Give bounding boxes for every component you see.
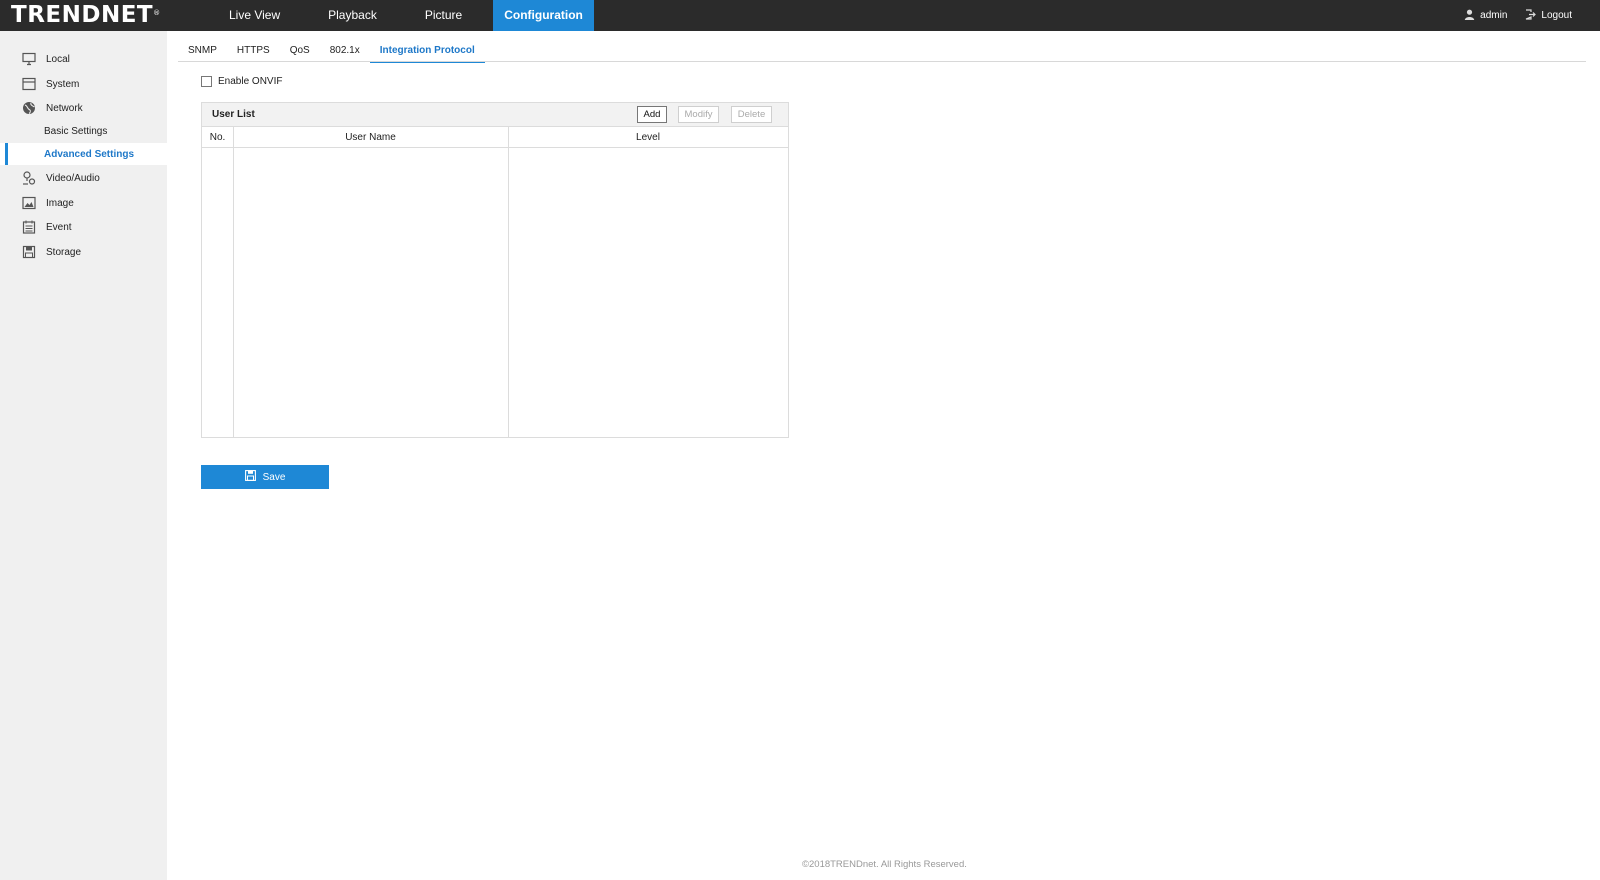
sidebar-item-local[interactable]: Local <box>0 48 167 70</box>
modify-button[interactable]: Modify <box>678 106 719 123</box>
sidebar-item-label: System <box>46 78 80 90</box>
nav-configuration[interactable]: Configuration <box>493 0 594 31</box>
main-nav: Live View Playback Picture Configuration <box>205 0 594 31</box>
user-list-header: User List Add Modify Delete <box>202 103 788 126</box>
system-icon <box>22 77 36 91</box>
delete-button[interactable]: Delete <box>731 106 772 123</box>
video-audio-icon <box>22 171 36 185</box>
save-icon <box>244 470 263 484</box>
enable-onvif-label: Enable ONVIF <box>218 76 283 87</box>
column-divider <box>508 126 509 437</box>
sidebar-item-label: Image <box>46 197 74 209</box>
onvif-option: Enable ONVIF <box>201 76 282 87</box>
tab-snmp[interactable]: SNMP <box>178 41 227 61</box>
save-label: Save <box>262 471 286 483</box>
sidebar-item-label: Local <box>46 53 70 65</box>
sidebar-item-label: Basic Settings <box>44 125 108 137</box>
sidebar-item-event[interactable]: Event <box>0 216 167 238</box>
column-header-level: Level <box>508 126 788 148</box>
user-list-table: User List Add Modify Delete No. User Nam… <box>201 102 789 438</box>
tab-divider <box>178 61 1586 62</box>
sidebar-item-image[interactable]: Image <box>0 192 167 214</box>
monitor-icon <box>22 52 36 66</box>
tab-bar: SNMP HTTPS QoS 802.1x Integration Protoc… <box>178 41 485 63</box>
top-bar: TRENDNET® Live View Playback Picture Con… <box>0 0 1600 31</box>
nav-live-view[interactable]: Live View <box>205 0 304 31</box>
tab-qos[interactable]: QoS <box>280 41 320 61</box>
logout-label: Logout <box>1541 10 1572 21</box>
sidebar: Local System Network Basic Settings Adva… <box>0 31 167 880</box>
username-label: admin <box>1480 10 1508 21</box>
nav-picture[interactable]: Picture <box>401 0 486 31</box>
column-header-no: No. <box>202 126 233 148</box>
nav-playback[interactable]: Playback <box>304 0 401 31</box>
globe-icon <box>22 101 36 115</box>
user-list-title: User List <box>212 109 255 120</box>
logout-icon <box>1525 8 1541 23</box>
sidebar-item-advanced-settings[interactable]: Advanced Settings <box>0 143 167 165</box>
tab-integration-protocol[interactable]: Integration Protocol <box>369 41 485 63</box>
column-header-user-name: User Name <box>233 126 508 148</box>
sidebar-item-label: Video/Audio <box>46 172 100 184</box>
sidebar-item-label: Network <box>46 102 83 114</box>
calendar-icon <box>22 220 36 234</box>
sidebar-item-label: Advanced Settings <box>44 148 135 160</box>
tab-8021x[interactable]: 802.1x <box>320 41 370 61</box>
sidebar-item-storage[interactable]: Storage <box>0 241 167 263</box>
save-button[interactable]: Save <box>201 465 329 489</box>
user-area: admin Logout <box>1446 0 1572 31</box>
storage-icon <box>22 245 36 259</box>
column-divider <box>233 126 234 437</box>
logout-button[interactable]: Logout <box>1525 8 1572 23</box>
sidebar-item-basic-settings[interactable]: Basic Settings <box>0 120 167 142</box>
trendnet-logo: TRENDNET® <box>11 2 161 28</box>
add-button[interactable]: Add <box>637 106 667 123</box>
user-menu[interactable]: admin <box>1464 9 1507 23</box>
user-icon <box>1464 9 1480 23</box>
tab-https[interactable]: HTTPS <box>227 41 280 61</box>
sidebar-item-video-audio[interactable]: Video/Audio <box>0 167 167 189</box>
copyright-footer: ©2018TRENDnet. All Rights Reserved. <box>802 859 967 870</box>
sidebar-item-label: Storage <box>46 246 82 258</box>
image-icon <box>22 196 36 210</box>
sidebar-item-network[interactable]: Network <box>0 97 167 119</box>
enable-onvif-checkbox[interactable] <box>201 76 212 87</box>
sidebar-item-system[interactable]: System <box>0 73 167 95</box>
sidebar-item-label: Event <box>46 221 72 233</box>
